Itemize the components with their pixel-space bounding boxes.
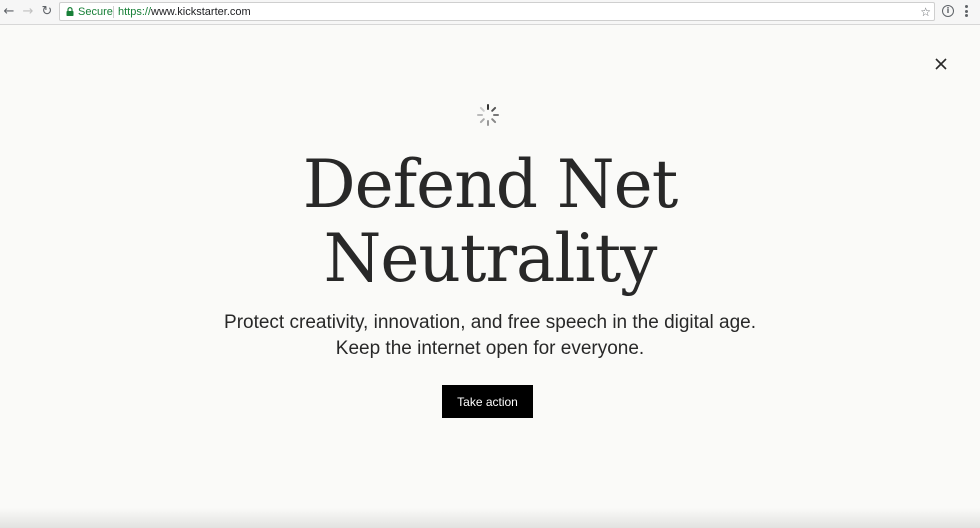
url-scheme: https:// — [118, 6, 152, 18]
kebab-menu-icon[interactable] — [965, 5, 969, 19]
address-separator — [113, 6, 114, 18]
headline-line-1: Defend Net — [302, 146, 679, 223]
star-icon[interactable]: ☆ — [920, 4, 931, 20]
reload-icon[interactable]: ↻ — [39, 4, 55, 20]
bottom-shadow — [0, 508, 980, 528]
info-icon[interactable]: i — [942, 5, 954, 17]
page-title: Defend Net Neutrality — [0, 148, 980, 296]
loading-spinner-icon — [477, 104, 499, 126]
body-text: Protect creativity, innovation, and free… — [224, 312, 756, 359]
back-arrow-icon[interactable]: ← — [1, 4, 17, 20]
address-bar[interactable]: Secure https://www.kickstarter.com ☆ — [59, 2, 935, 21]
url-host: www.kickstarter.com — [151, 6, 251, 18]
lock-icon — [66, 7, 74, 16]
take-action-button[interactable]: Take action — [442, 385, 533, 418]
secure-label: Secure — [78, 6, 113, 18]
headline-line-2: Neutrality — [323, 220, 658, 297]
close-icon[interactable] — [933, 56, 949, 72]
url-text[interactable]: https://www.kickstarter.com — [118, 5, 251, 19]
browser-toolbar: ← → ↻ Secure https://www.kickstarter.com… — [0, 0, 980, 25]
forward-arrow-icon[interactable]: → — [20, 4, 36, 20]
